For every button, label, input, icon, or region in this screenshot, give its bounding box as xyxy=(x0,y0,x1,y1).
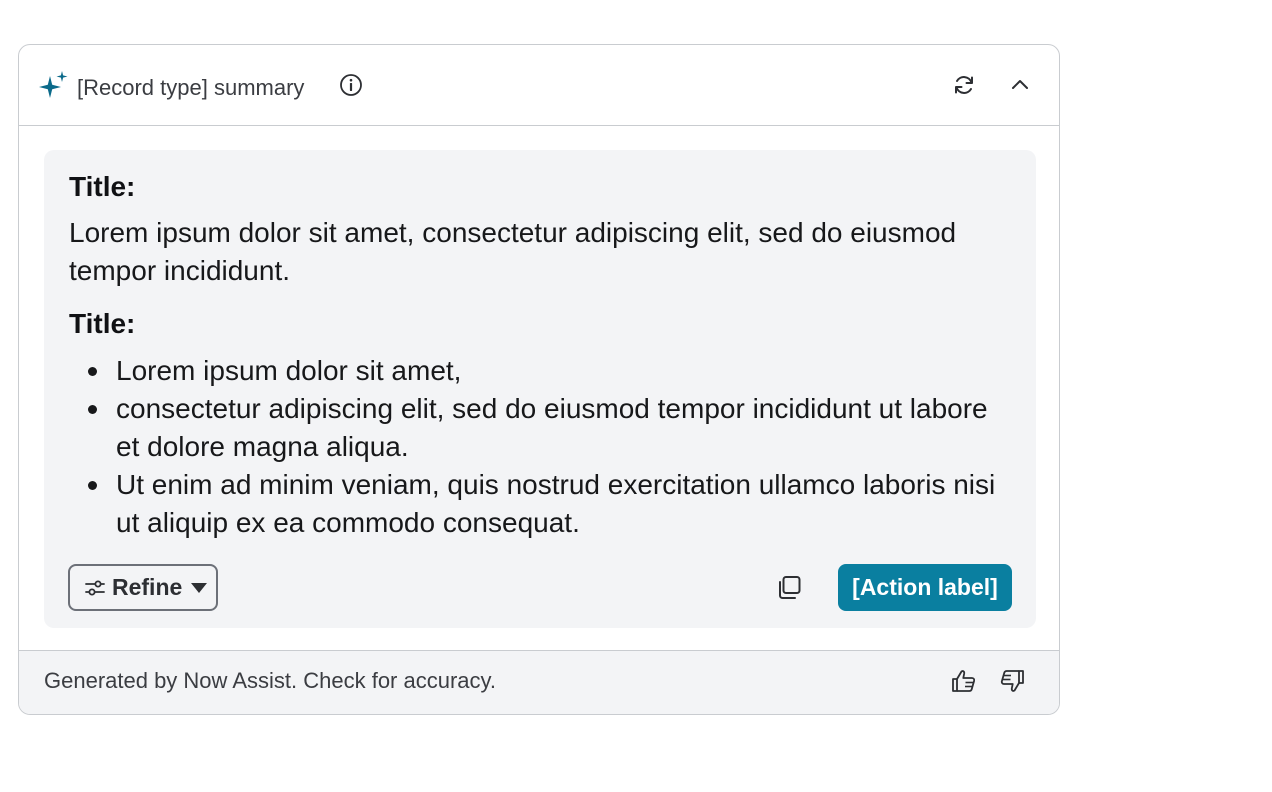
list-item: Lorem ipsum dolor sit amet, xyxy=(69,352,1009,390)
chevron-up-icon xyxy=(1012,80,1028,89)
section-text: Lorem ipsum dolor sit amet, consectetur … xyxy=(69,217,957,286)
summary-card: [Record type] summary Title: Lorem ipsum… xyxy=(18,44,1060,715)
info-icon[interactable] xyxy=(339,73,363,97)
refine-button[interactable]: Refine xyxy=(68,564,218,611)
card-header: [Record type] summary xyxy=(19,45,1059,126)
thumbs-down-icon[interactable] xyxy=(998,667,1026,695)
action-button[interactable]: [Action label] xyxy=(838,564,1012,611)
sparkle-icon xyxy=(39,71,68,98)
copy-icon[interactable] xyxy=(776,574,804,602)
summary-content: Title: Lorem ipsum dolor sit amet, conse… xyxy=(44,150,1036,628)
collapse-button[interactable] xyxy=(1006,71,1034,99)
caret-down-icon xyxy=(191,582,208,593)
footer-disclaimer: Generated by Now Assist. Check for accur… xyxy=(44,668,496,693)
card-title: [Record type] summary xyxy=(77,75,305,100)
refresh-icon xyxy=(955,76,973,94)
sliders-icon xyxy=(85,580,105,595)
list-item: Ut enim ad minim veniam, quis nostrud ex… xyxy=(69,466,1009,542)
list-item: consectetur adipiscing elit, sed do eius… xyxy=(69,390,1009,466)
section-title: Title: xyxy=(69,308,136,339)
bullet-list: Lorem ipsum dolor sit amet, consectetur … xyxy=(69,352,1009,542)
refine-label: Refine xyxy=(112,574,183,600)
card-footer: Generated by Now Assist. Check for accur… xyxy=(19,650,1059,714)
thumbs-up-icon[interactable] xyxy=(950,667,978,695)
refresh-button[interactable] xyxy=(950,71,978,99)
section-title: Title: xyxy=(69,171,136,202)
